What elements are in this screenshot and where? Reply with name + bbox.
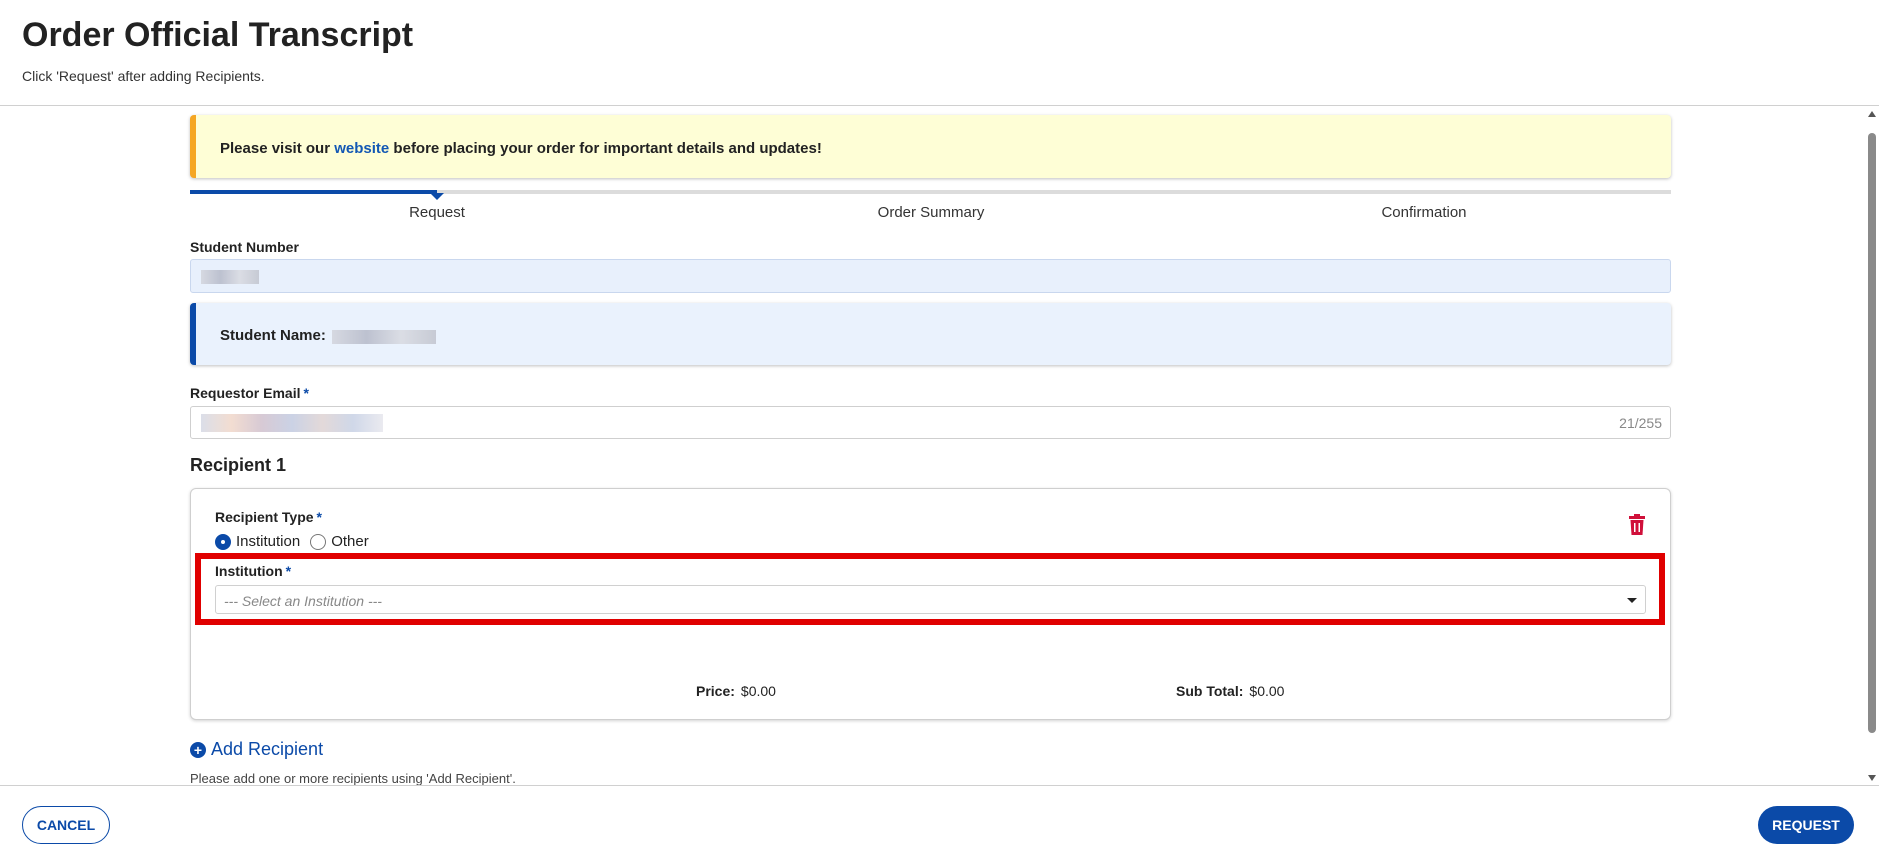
chevron-down-icon xyxy=(1627,598,1637,603)
redacted-email xyxy=(201,414,383,432)
add-recipient-label: Add Recipient xyxy=(211,739,324,759)
plus-circle-icon: + xyxy=(190,741,206,758)
requestor-email-input[interactable]: 21/255 xyxy=(190,406,1671,439)
student-name-label-text: Student Name: xyxy=(220,327,326,344)
step-order-summary: Order Summary xyxy=(877,204,985,221)
step-progress xyxy=(190,190,437,194)
page-title: Order Official Transcript xyxy=(22,16,414,54)
required-marker: * xyxy=(303,385,309,401)
scroll-down-arrow-icon[interactable] xyxy=(1868,775,1876,781)
redacted-value xyxy=(201,270,259,284)
website-link[interactable]: website xyxy=(334,140,389,157)
scrollbar-thumb[interactable] xyxy=(1868,133,1876,733)
radio-institution[interactable] xyxy=(215,533,231,550)
institution-highlight: Institution * --- Select an Institution -… xyxy=(195,553,1665,625)
recipient-card: Recipient Type * Institution Other Instit… xyxy=(190,488,1671,720)
subtotal-label: Sub Total: xyxy=(1176,683,1244,699)
recipient-type-radio-group: Institution Other xyxy=(215,533,379,550)
vertical-scrollbar[interactable] xyxy=(1865,107,1879,785)
student-name-panel: Student Name: xyxy=(190,303,1671,365)
scroll-up-arrow-icon[interactable] xyxy=(1868,111,1876,117)
redacted-student-name xyxy=(332,330,436,344)
form-scroll-area: Please visit our website before placing … xyxy=(0,107,1879,785)
requestor-email-label-text: Requestor Email xyxy=(190,385,301,401)
institution-label-text: Institution xyxy=(215,563,283,579)
price-value: $0.00 xyxy=(740,683,776,699)
notice-text: Please visit our website before placing … xyxy=(220,140,822,157)
notice-banner: Please visit our website before placing … xyxy=(190,115,1671,178)
step-confirmation: Confirmation xyxy=(1381,204,1467,221)
requestor-email-label: Requestor Email * xyxy=(190,385,309,401)
radio-other[interactable] xyxy=(310,533,327,550)
page-subtitle: Click 'Request' after adding Recipients. xyxy=(22,68,265,84)
email-char-count: 21/255 xyxy=(1619,415,1662,431)
price-label: Price: xyxy=(696,683,735,699)
page-header: Order Official Transcript Click 'Request… xyxy=(0,0,1879,106)
page-footer: CANCEL REQUEST xyxy=(0,785,1879,860)
institution-select-placeholder: --- Select an Institution --- xyxy=(224,593,382,609)
recipient-type-label-text: Recipient Type xyxy=(215,509,314,525)
step-pointer xyxy=(430,193,444,200)
request-button[interactable]: REQUEST xyxy=(1758,806,1854,844)
progress-stepper: Request Order Summary Confirmation xyxy=(190,190,1671,230)
radio-other-label[interactable]: Other xyxy=(331,533,369,550)
institution-label: Institution * xyxy=(215,563,291,579)
price-summary: Price: $0.00 xyxy=(696,683,776,699)
subtotal-value: $0.00 xyxy=(1249,683,1285,699)
recipient-title: Recipient 1 xyxy=(190,455,287,475)
subtotal-summary: Sub Total: $0.00 xyxy=(1176,683,1284,699)
notice-text-before: Please visit our xyxy=(220,140,335,157)
step-request: Request xyxy=(409,204,465,221)
radio-institution-label[interactable]: Institution xyxy=(236,533,300,550)
notice-text-after: before placing your order for important … xyxy=(389,140,822,157)
institution-select[interactable]: --- Select an Institution --- xyxy=(215,585,1646,614)
add-recipient-button[interactable]: + Add Recipient xyxy=(190,739,323,760)
student-number-label: Student Number xyxy=(190,239,299,255)
student-name-label: Student Name: xyxy=(220,327,326,344)
student-number-field xyxy=(190,259,1671,293)
required-marker: * xyxy=(316,509,322,525)
trash-icon[interactable] xyxy=(1628,514,1646,536)
cancel-button[interactable]: CANCEL xyxy=(22,806,110,844)
recipient-type-label: Recipient Type * xyxy=(215,509,322,525)
required-marker: * xyxy=(285,563,292,579)
add-recipient-help: Please add one or more recipients using … xyxy=(190,771,516,785)
